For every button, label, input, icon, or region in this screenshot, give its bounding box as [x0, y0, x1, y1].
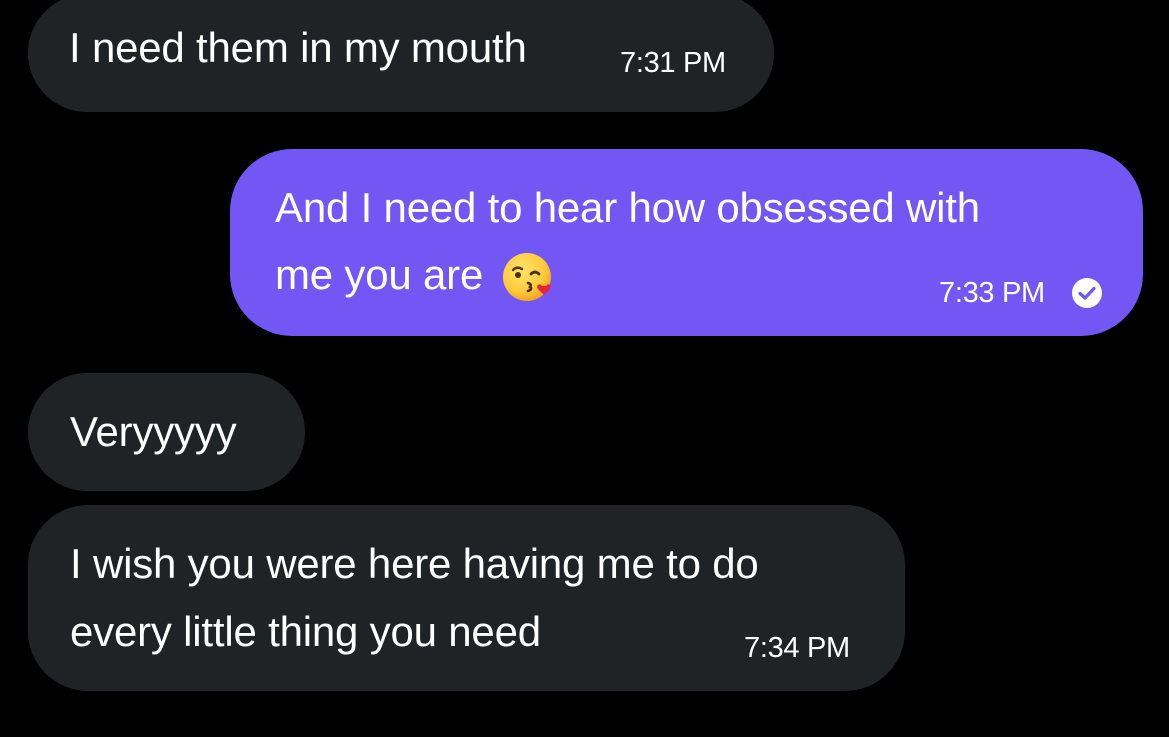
read-check-icon: [1072, 278, 1102, 308]
message-text: I need them in my mouth: [69, 24, 527, 71]
message-bubble-incoming[interactable]: I need them in my mouth 7:31 PM: [28, 0, 774, 112]
message-text: me you are: [275, 251, 484, 298]
message-bubble-incoming[interactable]: Veryyyyy: [28, 373, 305, 491]
message-timestamp: 7:34 PM: [744, 632, 850, 664]
message-text-line-2: every little thing you need: [70, 608, 541, 655]
kiss-emoji-icon: [503, 253, 552, 301]
message-bubble-outgoing[interactable]: And I need to hear how obsessed with me …: [230, 149, 1143, 336]
message-text-line-1: I wish you were here having me to do: [70, 540, 759, 587]
message-text: Veryyyyy: [70, 408, 237, 455]
message-timestamp: 7:33 PM: [939, 277, 1045, 309]
message-bubble-incoming[interactable]: I wish you were here having me to do eve…: [28, 505, 905, 691]
message-text-line-1: And I need to hear how obsessed with: [275, 184, 980, 231]
message-text-line-2: me you are: [275, 243, 555, 307]
message-timestamp: 7:31 PM: [620, 47, 726, 79]
